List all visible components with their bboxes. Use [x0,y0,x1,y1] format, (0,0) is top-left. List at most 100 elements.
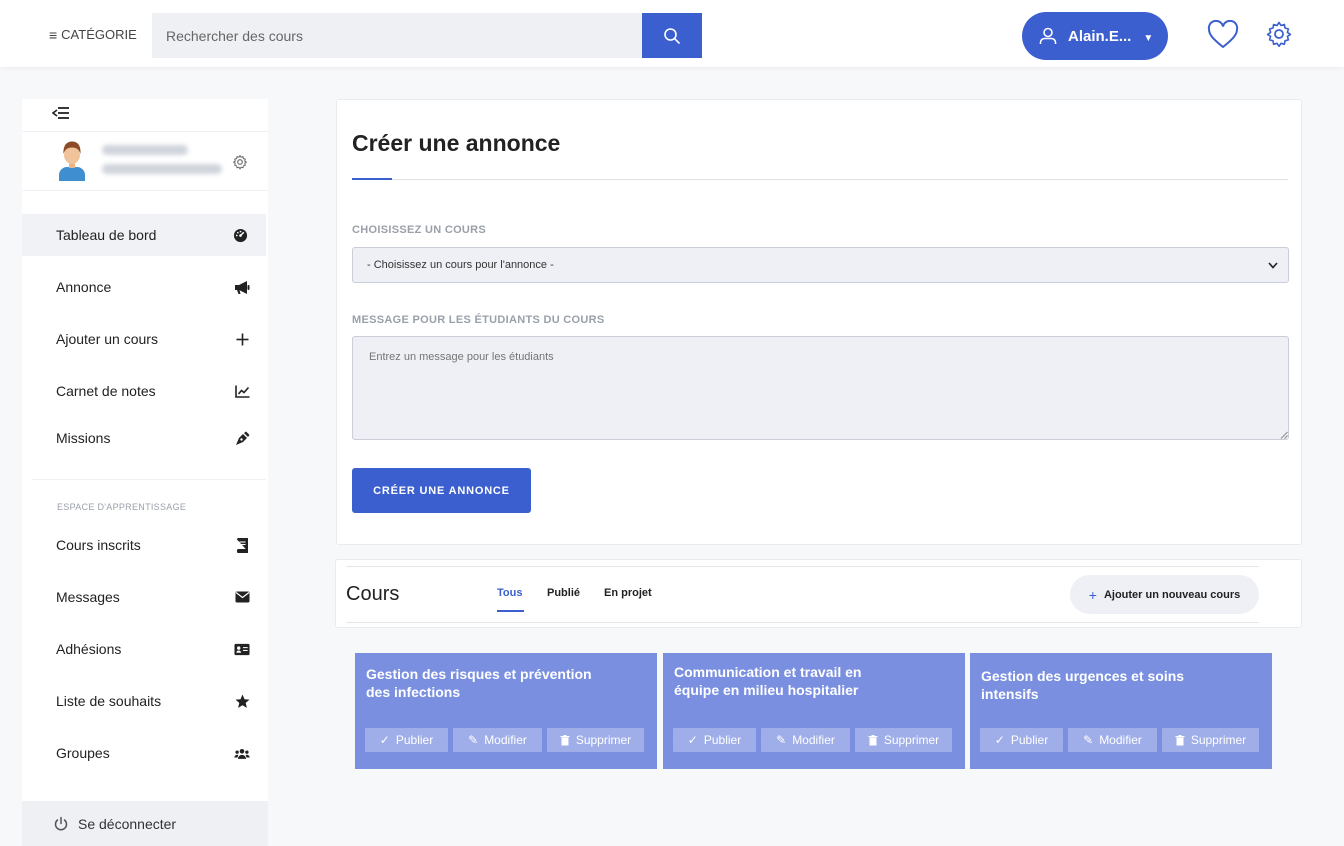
sidebar-item-label: Missions [56,430,111,446]
category-button[interactable]: ≡ CATÉGORIE [49,27,137,42]
publish-button[interactable]: ✓ Publier [673,728,756,752]
envelope-icon [234,589,250,605]
sidebar-item-label: Annonce [56,279,112,295]
settings-button[interactable] [1265,20,1293,48]
message-field-label: MESSAGE POUR LES ÉTUDIANTS DU COURS [352,314,605,326]
search-input[interactable] [152,13,642,58]
trash-icon [560,734,570,745]
course-card[interactable]: Gestion des risques et prévention des in… [355,653,657,769]
sidebar-item-missions[interactable]: Missions [22,417,268,459]
add-new-course-button[interactable]: + Ajouter un nouveau cours [1070,575,1259,614]
divider [22,131,268,132]
sidebar-item-wishlist[interactable]: Liste de souhaits [22,680,268,722]
collapse-sidebar-icon[interactable] [51,106,70,125]
sidebar-item-enrolled-courses[interactable]: Cours inscrits [22,524,268,566]
user-icon [1039,27,1057,44]
title-accent [352,178,392,180]
edit-button[interactable]: ✎ Modifier [761,728,850,752]
publish-label: Publier [395,733,434,747]
sidebar-item-messages[interactable]: Messages [22,576,268,618]
wishlist-button[interactable] [1207,19,1239,50]
profile-block [56,139,256,183]
tab-draft[interactable]: En projet [604,587,652,599]
heart-icon [1207,19,1239,49]
user-menu-button[interactable]: Alain.E... ▼ [1022,12,1168,60]
sidebar-item-label: Liste de souhaits [56,693,162,709]
sidebar-item-announcement[interactable]: Annonce [22,266,268,308]
active-tab-indicator [497,610,524,612]
check-icon: ✓ [994,733,1005,747]
menu-icon: ≡ [49,26,58,43]
check-icon: ✓ [687,733,698,747]
edit-label: Modifier [1099,733,1142,747]
publish-button[interactable]: ✓ Publier [365,728,448,752]
sidebar-item-gradebook[interactable]: Carnet de notes [22,370,268,412]
pencil-icon: ✎ [468,733,479,747]
message-textarea[interactable] [352,336,1289,440]
tab-all[interactable]: Tous [497,587,522,599]
plus-icon: + [1088,586,1097,603]
title-divider [352,179,1288,180]
pen-nib-icon [234,430,250,446]
page-title: Créer une annonce [352,130,561,156]
users-icon [234,745,250,761]
megaphone-icon [234,279,250,295]
sidebar-item-dashboard[interactable]: Tableau de bord [22,214,266,256]
search-icon [664,27,680,44]
course-title: Communication et travail en équipe en mi… [674,664,862,698]
trash-icon [868,734,878,745]
star-icon [234,693,250,709]
sidebar-item-label: Carnet de notes [56,383,156,399]
publish-button[interactable]: ✓ Publier [980,728,1063,752]
sidebar-item-memberships[interactable]: Adhésions [22,628,268,670]
delete-label: Supprimer [883,733,940,747]
courses-title: Cours [346,583,400,605]
publish-label: Publier [1010,733,1049,747]
sidebar-item-add-course[interactable]: Ajouter un cours [22,318,268,360]
delete-label: Supprimer [1190,733,1247,747]
search-button[interactable] [642,13,702,58]
tab-published[interactable]: Publié [547,587,580,599]
delete-button[interactable]: Supprimer [547,728,644,752]
divider [32,479,266,480]
course-title: Gestion des urgences et soins intensifs [981,668,1185,702]
course-select[interactable]: - Choisissez un cours pour l'annonce - [352,247,1289,283]
delete-button[interactable]: Supprimer [855,728,952,752]
courses-header: Cours Tous Publié En projet + Ajouter un… [335,559,1302,628]
trash-icon [1175,734,1185,745]
delete-label: Supprimer [575,733,632,747]
sidebar-item-groups[interactable]: Groupes [22,732,268,774]
pencil-icon: ✎ [1083,733,1094,747]
dashboard-icon [232,227,248,243]
divider [22,190,268,191]
resize-grip-icon[interactable] [1280,431,1288,439]
sidebar-item-label: Ajouter un cours [56,331,158,347]
course-field-label: CHOISISSEZ UN COURS [352,224,487,236]
chart-line-icon [234,383,250,399]
power-icon [54,816,68,830]
edit-label: Modifier [792,733,835,747]
sidebar-item-label: Adhésions [56,641,122,657]
check-icon: ✓ [379,733,390,747]
edit-button[interactable]: ✎ Modifier [453,728,542,752]
create-announcement-button[interactable]: CRÉER UNE ANNONCE [352,468,531,513]
chevron-down-icon [1268,261,1278,269]
publish-label: Publier [703,733,742,747]
course-card[interactable]: Gestion des urgences et soins intensifs … [970,653,1272,769]
top-bar: ≡ CATÉGORIE Alain.E... ▼ [0,0,1344,67]
profile-name-blurred [102,145,188,155]
edit-button[interactable]: ✎ Modifier [1068,728,1157,752]
logout-button[interactable]: Se déconnecter [22,801,268,846]
profile-settings-icon[interactable] [232,154,248,170]
user-name: Alain.E... [1068,27,1132,45]
sidebar-item-label: Messages [56,589,120,605]
course-card[interactable]: Communication et travail en équipe en mi… [663,653,965,769]
sidebar-item-label: Groupes [56,745,110,761]
sidebar-item-label: Cours inscrits [56,537,141,553]
delete-button[interactable]: Supprimer [1162,728,1259,752]
course-title: Gestion des risques et prévention des in… [366,666,592,700]
avatar [59,141,85,181]
divider [346,622,1259,623]
divider [346,566,1259,567]
add-course-label: Ajouter un nouveau cours [1103,588,1241,601]
